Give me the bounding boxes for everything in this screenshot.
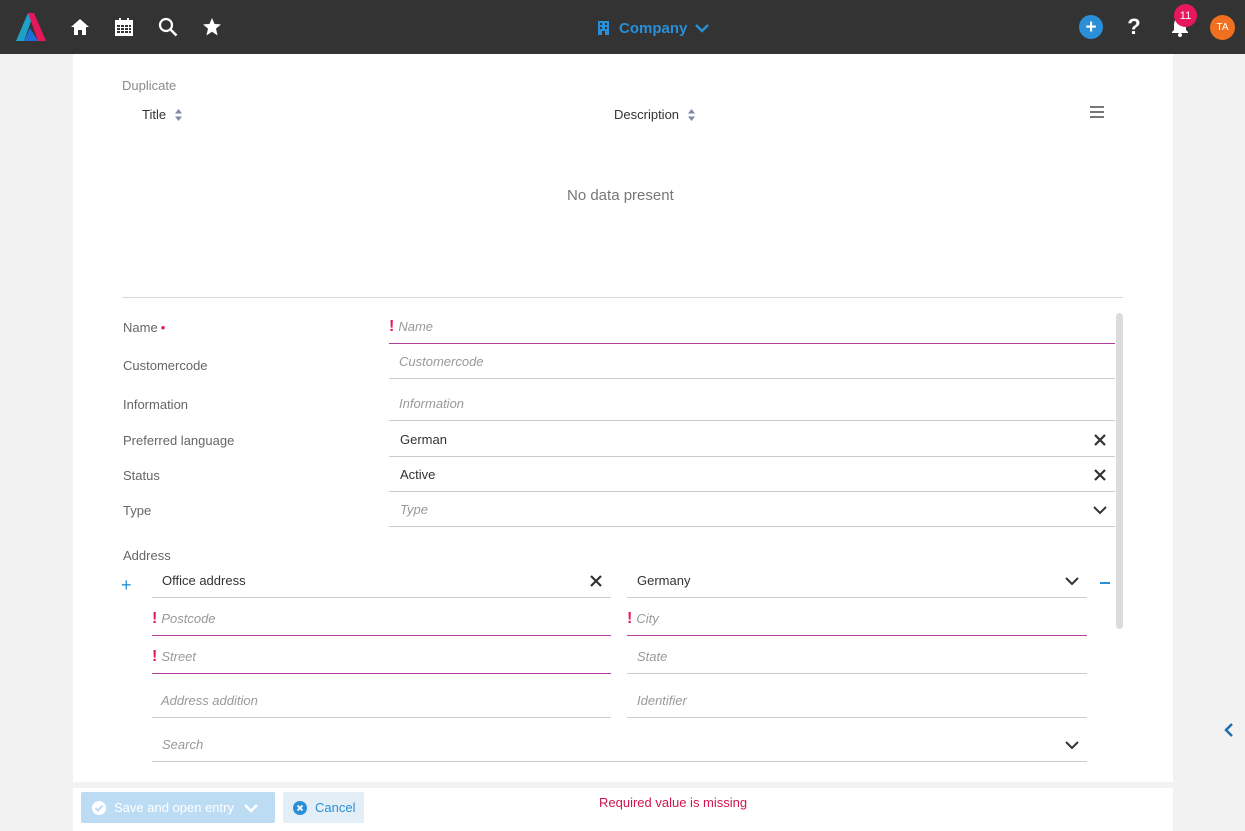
identifier-field[interactable]: Identifier xyxy=(627,684,1087,718)
check-circle-icon xyxy=(92,800,106,815)
sort-icon xyxy=(175,108,183,121)
add-button[interactable]: + xyxy=(1079,15,1103,39)
error-marker-icon: ! xyxy=(627,609,633,627)
clear-icon[interactable] xyxy=(589,574,603,588)
preferred-language-select[interactable]: German xyxy=(389,423,1115,457)
clear-icon[interactable] xyxy=(1093,433,1107,447)
remove-address-button[interactable] xyxy=(1100,582,1110,584)
chevron-down-icon xyxy=(1093,506,1107,515)
clear-icon[interactable] xyxy=(1093,468,1107,482)
chevron-left-icon[interactable] xyxy=(1223,722,1235,738)
address-label: Address xyxy=(123,548,171,563)
name-label: Name • xyxy=(123,320,166,335)
error-marker-icon: ! xyxy=(152,609,158,627)
column-header-title[interactable]: Title xyxy=(142,107,183,122)
street-field[interactable]: ! Street xyxy=(152,640,611,674)
sort-icon xyxy=(688,108,696,121)
context-switcher[interactable]: Company xyxy=(598,18,710,38)
type-select[interactable]: Type xyxy=(389,493,1115,527)
home-icon[interactable] xyxy=(67,14,93,40)
name-field[interactable]: ! Name xyxy=(389,310,1115,344)
save-and-open-button[interactable]: Save and open entry xyxy=(81,792,275,823)
column-menu-icon[interactable] xyxy=(1089,105,1105,119)
customercode-field[interactable]: Customercode xyxy=(389,345,1115,379)
error-marker-icon: ! xyxy=(152,647,158,665)
calendar-icon[interactable] xyxy=(111,14,137,40)
postcode-field[interactable]: ! Postcode xyxy=(152,602,611,636)
duplicate-section-label: Duplicate xyxy=(122,78,177,93)
form-scrollbar[interactable] xyxy=(1116,313,1123,629)
app-logo[interactable] xyxy=(14,11,48,43)
address-addition-field[interactable]: Address addition xyxy=(152,684,611,718)
state-field[interactable]: State xyxy=(627,640,1087,674)
column-header-description[interactable]: Description xyxy=(614,107,696,122)
cancel-circle-icon xyxy=(293,800,307,815)
chevron-down-icon xyxy=(1065,741,1079,750)
help-icon[interactable]: ? xyxy=(1124,14,1144,40)
add-address-button[interactable]: + xyxy=(121,575,132,596)
avatar[interactable]: TA xyxy=(1210,15,1235,40)
country-select[interactable]: Germany xyxy=(627,564,1087,598)
name-placeholder: Name xyxy=(398,319,434,334)
divider xyxy=(122,297,1123,298)
type-label: Type xyxy=(123,503,152,518)
search-icon[interactable] xyxy=(155,14,181,40)
context-title: Company xyxy=(619,19,688,37)
empty-table-message: No data present xyxy=(567,187,674,204)
chevron-down-icon xyxy=(1065,577,1079,586)
cancel-button[interactable]: Cancel xyxy=(283,792,364,823)
error-marker-icon: ! xyxy=(389,317,395,335)
notification-badge: 11 xyxy=(1174,4,1197,27)
information-label: Information xyxy=(123,397,189,412)
chevron-down-icon xyxy=(695,24,710,33)
building-icon xyxy=(598,21,609,35)
city-field[interactable]: ! City xyxy=(627,602,1087,636)
status-label: Status xyxy=(123,468,160,483)
star-icon[interactable] xyxy=(199,14,225,40)
required-marker: • xyxy=(160,320,166,335)
information-field[interactable]: Information xyxy=(389,387,1115,421)
chevron-down-icon[interactable] xyxy=(244,803,258,813)
status-select[interactable]: Active xyxy=(389,458,1115,492)
customercode-label: Customercode xyxy=(123,358,208,373)
preferred-language-label: Preferred language xyxy=(123,433,235,448)
validation-message: Required value is missing xyxy=(599,795,748,810)
address-type-select[interactable]: Office address xyxy=(152,564,611,598)
address-search-select[interactable]: Search xyxy=(152,728,1087,762)
